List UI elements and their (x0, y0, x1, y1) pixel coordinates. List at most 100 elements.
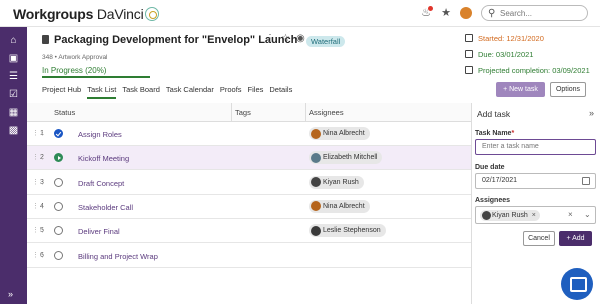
notification-dot (428, 6, 433, 11)
star-icon[interactable]: ★ (440, 7, 452, 19)
due-date-label: Due date (475, 164, 505, 171)
task-name-label: Task Name* (475, 130, 515, 137)
table-row[interactable]: ⋮⋮ 4 Stakeholder Call Nina Albrecht (27, 195, 471, 219)
status-icon[interactable] (54, 153, 63, 163)
new-task-button[interactable]: + New task (496, 82, 545, 97)
table-header: Status Tags Assignees (27, 103, 471, 122)
tab-task-list[interactable]: Task List (87, 85, 117, 99)
project-subtitle: 348 • Artwork Approval (42, 54, 108, 61)
clear-icon[interactable]: × (568, 210, 573, 219)
project-tabs: Project Hub Task List Task Board Task Calen… (42, 85, 298, 99)
due-date-field[interactable]: 02/17/2021 (475, 173, 596, 189)
status-icon[interactable] (54, 250, 63, 260)
cancel-button[interactable]: Cancel (523, 231, 555, 246)
calendar-icon[interactable] (582, 177, 590, 185)
row-number: 2 (40, 154, 44, 162)
status-icon[interactable] (54, 177, 63, 187)
task-name[interactable]: Billing and Project Wrap (78, 252, 158, 261)
assignee-chip[interactable]: Leslie Stephenson (309, 224, 386, 238)
top-icons: ♨ ★ (412, 6, 472, 19)
tab-details[interactable]: Details (269, 85, 292, 97)
avatar (482, 211, 491, 220)
collapse-panel-icon[interactable]: » (589, 108, 594, 118)
watch-eye-icon[interactable]: ◉ (296, 33, 305, 44)
tab-task-board[interactable]: Task Board (122, 85, 160, 97)
progress-underline (42, 76, 150, 78)
project-title-icons: ⋮ ☆ ◉ (265, 33, 311, 44)
table-row[interactable]: ⋮⋮ 6 Billing and Project Wrap (27, 244, 471, 268)
app-logo[interactable]: Workgroups DaVinci (13, 6, 160, 22)
remove-chip-icon[interactable]: × (532, 212, 536, 219)
assignees-select[interactable]: Kiyan Rush × × ⌄ (475, 206, 596, 224)
table-row[interactable]: ⋮⋮ 1 Assign Roles Nina Albrecht (27, 122, 471, 146)
column-tags[interactable]: Tags (235, 108, 251, 117)
table-row[interactable]: ⋮⋮ 2 Kickoff Meeting Elizabeth Mitchell (27, 146, 471, 171)
methodology-badge: Waterfall (306, 36, 346, 47)
calendar-icon (465, 50, 473, 58)
task-name[interactable]: Draft Concept (78, 179, 124, 188)
left-nav: ⌂ ▣ ☰ ☑ ▦ ▩ » (0, 27, 27, 304)
project-dates: Started: 12/31/2020 Due: 03/01/2021 Proj… (465, 34, 590, 82)
reports-icon[interactable]: ▩ (8, 125, 19, 136)
search-icon: ⚲ (488, 8, 496, 19)
user-avatar[interactable] (460, 7, 472, 19)
table-row[interactable]: ⋮⋮ 3 Draft Concept Kiyan Rush (27, 171, 471, 195)
column-assignees[interactable]: Assignees (309, 108, 344, 117)
tab-project-hub[interactable]: Project Hub (42, 85, 81, 97)
task-name[interactable]: Deliver Final (78, 227, 120, 236)
task-list-icon[interactable]: ☰ (8, 71, 19, 82)
assignee-chip[interactable]: Elizabeth Mitchell (309, 151, 383, 165)
column-divider (305, 103, 306, 122)
logo-mark-icon (145, 7, 160, 21)
home-icon[interactable]: ⌂ (8, 35, 19, 46)
row-number: 1 (40, 130, 44, 137)
calendar-icon (465, 34, 473, 42)
column-status[interactable]: Status (54, 108, 75, 117)
tab-task-calendar[interactable]: Task Calendar (166, 85, 214, 97)
status-icon[interactable] (54, 201, 63, 211)
column-divider (231, 103, 232, 122)
row-number: 3 (40, 178, 44, 186)
avatar (311, 128, 321, 139)
avatar (311, 177, 321, 188)
assignee-chip: Kiyan Rush × (480, 210, 540, 221)
calendar-icon (465, 66, 473, 74)
task-name[interactable]: Kickoff Meeting (78, 154, 129, 163)
project-status: In Progress (20%) (42, 66, 107, 75)
assignee-chip[interactable]: Nina Albrecht (309, 199, 370, 213)
task-table: Status Tags Assignees ⋮⋮ 1 Assign Roles Nin… (27, 103, 471, 304)
task-name[interactable]: Assign Roles (78, 130, 122, 139)
assignee-chip[interactable]: Kiyan Rush (309, 175, 364, 189)
avatar (311, 201, 321, 212)
search-placeholder: Search... (500, 9, 533, 18)
tab-proofs[interactable]: Proofs (220, 85, 242, 97)
tab-files[interactable]: Files (248, 85, 264, 97)
assignees-label: Assignees (475, 197, 511, 204)
favorite-star-icon[interactable]: ☆ (281, 33, 290, 44)
task-name[interactable]: Stakeholder Call (78, 203, 133, 212)
row-number: 6 (40, 251, 44, 259)
assignee-chip[interactable]: Nina Albrecht (309, 127, 370, 140)
calendar-icon[interactable]: ▦ (8, 107, 19, 118)
table-row[interactable]: ⋮⋮ 5 Deliver Final Leslie Stephenson (27, 219, 471, 244)
more-options-icon[interactable]: ⋮ (265, 33, 275, 44)
search-box[interactable]: ⚲ Search... (481, 5, 588, 21)
add-button[interactable]: + Add (559, 231, 592, 246)
chevron-down-icon[interactable]: ⌄ (584, 210, 591, 219)
status-icon[interactable] (54, 129, 63, 138)
row-number: 4 (40, 202, 44, 210)
task-name-input[interactable]: Enter a task name (475, 139, 596, 155)
avatar (311, 225, 321, 236)
panel-title: Add task (477, 109, 511, 119)
expand-nav-icon[interactable]: » (8, 289, 13, 299)
options-button[interactable]: Options (550, 82, 586, 97)
checkbox-icon[interactable]: ☑ (8, 89, 19, 100)
document-icon (42, 35, 49, 44)
briefcase-icon[interactable]: ▣ (8, 53, 19, 64)
chat-support-button[interactable] (561, 268, 593, 300)
avatar (311, 152, 321, 163)
due-date: Due: 03/01/2021 (465, 50, 590, 59)
bell-icon[interactable]: ♨ (420, 6, 433, 19)
status-icon[interactable] (54, 226, 63, 236)
top-bar: Workgroups DaVinci ♨ ★ ⚲ Search... (0, 0, 600, 27)
